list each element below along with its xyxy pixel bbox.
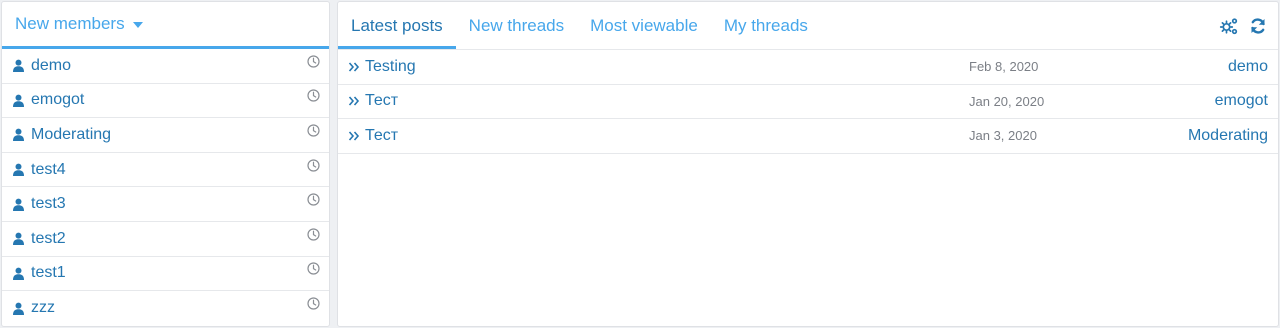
- settings-gears-icon[interactable]: [1219, 16, 1239, 36]
- post-title-link[interactable]: Testing: [365, 58, 416, 76]
- new-members-panel: New members demo emogot Moderating test4…: [1, 1, 330, 327]
- post-author-link[interactable]: demo: [1228, 58, 1268, 76]
- posts-list: Testing Feb 8, 2020 demo Тест Jan 20, 20…: [338, 50, 1278, 154]
- new-members-title: New members: [15, 14, 125, 33]
- user-icon: [13, 198, 24, 211]
- user-icon: [13, 302, 24, 315]
- member-name-link[interactable]: test3: [31, 195, 307, 213]
- clock-icon: [307, 89, 320, 102]
- post-date: Feb 8, 2020: [969, 59, 1039, 75]
- member-name-link[interactable]: test1: [31, 264, 307, 282]
- post-title-link[interactable]: Тест: [365, 92, 398, 110]
- refresh-icon[interactable]: [1248, 16, 1268, 36]
- tab-new-threads[interactable]: New threads: [456, 2, 577, 49]
- member-name-link[interactable]: test4: [31, 161, 307, 179]
- user-icon: [13, 232, 24, 246]
- member-row: test1: [2, 257, 329, 292]
- members-list: demo emogot Moderating test4 test3 test2: [2, 49, 329, 326]
- double-chevron-right-icon: [348, 131, 360, 141]
- threads-panel: Latest posts New threads Most viewable M…: [337, 1, 1279, 327]
- double-chevron-right-icon: [348, 96, 360, 106]
- member-row: demo: [2, 49, 329, 84]
- user-icon: [13, 163, 24, 177]
- post-author-link[interactable]: Moderating: [1188, 127, 1268, 145]
- member-row: Moderating: [2, 118, 329, 153]
- member-row: emogot: [2, 84, 329, 119]
- member-name-link[interactable]: test2: [31, 230, 307, 248]
- threads-tabs-bar: Latest posts New threads Most viewable M…: [338, 2, 1278, 50]
- member-row: test4: [2, 153, 329, 188]
- member-row: test2: [2, 222, 329, 257]
- caret-down-icon: [132, 22, 143, 28]
- post-author-link[interactable]: emogot: [1215, 92, 1268, 110]
- clock-icon: [307, 124, 320, 137]
- clock-icon: [307, 297, 320, 311]
- post-row: Testing Feb 8, 2020 demo: [338, 50, 1278, 85]
- header-tools: [1219, 16, 1268, 36]
- member-name-link[interactable]: zzz: [31, 299, 307, 317]
- user-icon: [13, 59, 24, 73]
- post-date: Jan 20, 2020: [969, 93, 1045, 109]
- clock-icon: [307, 55, 320, 68]
- post-title-link[interactable]: Тест: [365, 127, 398, 145]
- user-icon: [13, 94, 24, 107]
- clock-icon: [307, 262, 320, 275]
- tab-most-viewable[interactable]: Most viewable: [577, 2, 711, 49]
- member-row: test3: [2, 187, 329, 222]
- post-date: Jan 3, 2020: [969, 128, 1037, 144]
- member-name-link[interactable]: Moderating: [31, 126, 307, 144]
- user-icon: [13, 267, 24, 280]
- member-name-link[interactable]: demo: [31, 57, 307, 75]
- post-row: Тест Jan 20, 2020 emogot: [338, 85, 1278, 120]
- member-row: zzz: [2, 291, 329, 326]
- post-row: Тест Jan 3, 2020 Moderating: [338, 119, 1278, 154]
- tab-latest-posts[interactable]: Latest posts: [338, 2, 456, 49]
- clock-icon: [307, 228, 320, 241]
- double-chevron-right-icon: [348, 62, 360, 72]
- clock-icon: [307, 158, 320, 172]
- new-members-header: New members: [2, 2, 329, 49]
- new-members-dropdown[interactable]: New members: [15, 14, 143, 34]
- member-name-link[interactable]: emogot: [31, 91, 307, 109]
- tab-my-threads[interactable]: My threads: [711, 2, 821, 49]
- clock-icon: [307, 193, 320, 206]
- user-icon: [13, 129, 24, 142]
